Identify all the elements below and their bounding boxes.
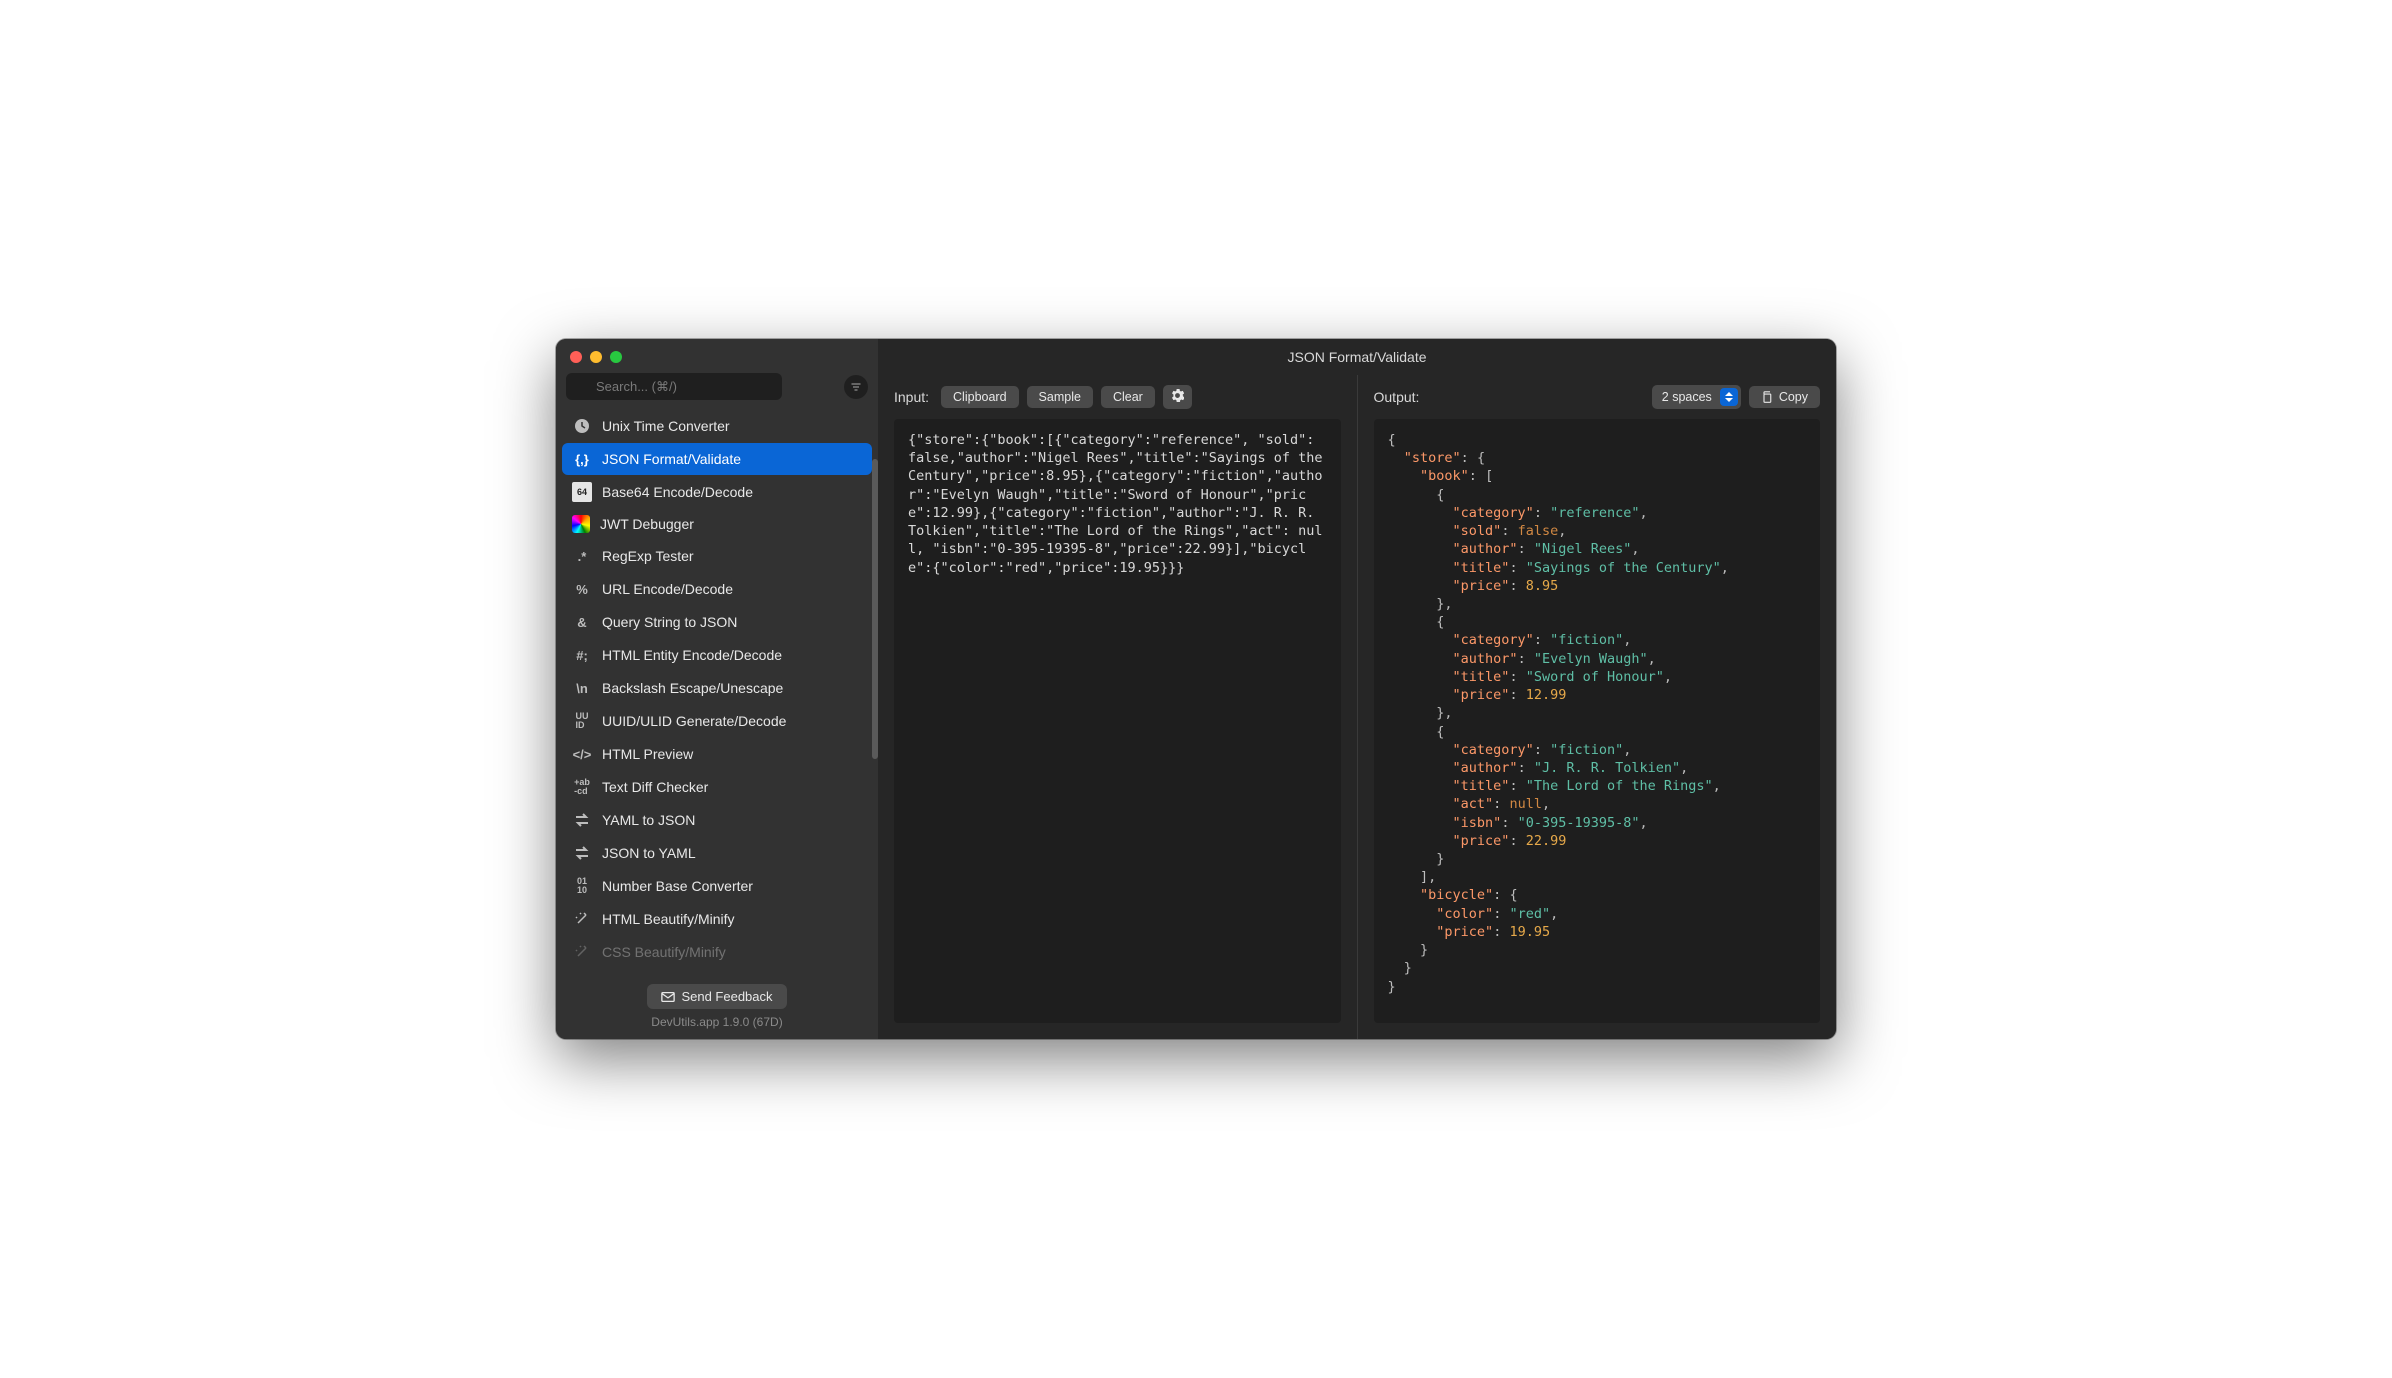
swap-icon (572, 843, 592, 863)
sidebar-item-unix-time[interactable]: Unix Time Converter (562, 410, 872, 442)
sidebar-item-label: Backslash Escape/Unescape (602, 680, 783, 696)
sidebar-item-label: Text Diff Checker (602, 779, 708, 795)
send-feedback-button[interactable]: Send Feedback (647, 984, 786, 1009)
diff-icon: +ab-cd (572, 777, 592, 797)
input-pane: Input: Clipboard Sample Clear {"store":{… (878, 375, 1357, 1039)
sidebar-item-label: Query String to JSON (602, 614, 737, 630)
sidebar-item-text-diff[interactable]: +ab-cd Text Diff Checker (562, 771, 872, 803)
sidebar-item-query-string[interactable]: & Query String to JSON (562, 606, 872, 638)
clock-icon (572, 416, 592, 436)
indent-select-label: 2 spaces (1662, 390, 1712, 404)
filter-button[interactable] (844, 375, 868, 399)
sidebar-item-number-base[interactable]: 0110 Number Base Converter (562, 870, 872, 902)
sidebar-item-label: HTML Preview (602, 746, 693, 762)
scrollbar-thumb[interactable] (872, 459, 878, 759)
sample-button[interactable]: Sample (1027, 386, 1093, 408)
base64-icon: 64 (572, 482, 592, 502)
close-window-button[interactable] (570, 351, 582, 363)
sidebar-item-uuid[interactable]: UUID UUID/ULID Generate/Decode (562, 705, 872, 737)
copy-button-label: Copy (1779, 390, 1808, 404)
sidebar-item-label: Unix Time Converter (602, 418, 730, 434)
sidebar-item-label: Base64 Encode/Decode (602, 484, 753, 500)
sidebar-item-jwt[interactable]: JWT Debugger (562, 509, 872, 539)
wand-icon (572, 942, 592, 962)
percent-icon: % (572, 579, 592, 599)
app-window: Unix Time Converter {,} JSON Format/Vali… (556, 339, 1836, 1039)
sidebar-item-base64[interactable]: 64 Base64 Encode/Decode (562, 476, 872, 508)
clipboard-button[interactable]: Clipboard (941, 386, 1019, 408)
regex-icon: .* (572, 546, 592, 566)
backslash-icon: \n (572, 678, 592, 698)
sidebar-item-label: JSON Format/Validate (602, 451, 741, 467)
settings-button[interactable] (1163, 385, 1192, 409)
sidebar: Unix Time Converter {,} JSON Format/Vali… (556, 339, 878, 1039)
search-input[interactable] (566, 373, 782, 400)
sidebar-item-yaml-to-json[interactable]: YAML to JSON (562, 804, 872, 836)
output-label: Output: (1374, 389, 1420, 405)
output-pane: Output: 2 spaces Copy { "store": (1357, 375, 1837, 1039)
jwt-icon (572, 515, 590, 533)
ampersand-icon: & (572, 612, 592, 632)
tool-list: Unix Time Converter {,} JSON Format/Vali… (556, 410, 878, 976)
sidebar-item-label: CSS Beautify/Minify (602, 944, 726, 960)
copy-icon (1761, 391, 1773, 403)
sidebar-item-url-encode[interactable]: % URL Encode/Decode (562, 573, 872, 605)
input-label: Input: (894, 389, 929, 405)
sidebar-item-json-format[interactable]: {,} JSON Format/Validate (562, 443, 872, 475)
sidebar-footer: Send Feedback DevUtils.app 1.9.0 (67D) (556, 976, 878, 1039)
hash-icon: #; (572, 645, 592, 665)
angle-brackets-icon: </> (572, 744, 592, 764)
search-input-wrapper (566, 373, 836, 400)
output-view[interactable]: { "store": { "book": [ { "category": "re… (1374, 419, 1821, 1023)
braces-icon: {,} (572, 449, 592, 469)
swap-icon (572, 810, 592, 830)
sidebar-item-label: JSON to YAML (602, 845, 696, 861)
binary-icon: 0110 (572, 876, 592, 896)
sidebar-item-css-beautify[interactable]: CSS Beautify/Minify (562, 936, 872, 968)
sidebar-item-label: URL Encode/Decode (602, 581, 733, 597)
sidebar-item-label: UUID/ULID Generate/Decode (602, 713, 786, 729)
sidebar-item-label: RegExp Tester (602, 548, 694, 564)
wand-icon (572, 909, 592, 929)
feedback-button-label: Send Feedback (681, 989, 772, 1004)
indent-select[interactable]: 2 spaces (1652, 385, 1741, 409)
sidebar-item-label: YAML to JSON (602, 812, 695, 828)
main-area: JSON Format/Validate Input: Clipboard Sa… (878, 339, 1836, 1039)
sidebar-item-html-beautify[interactable]: HTML Beautify/Minify (562, 903, 872, 935)
sidebar-scrollbar[interactable] (872, 459, 878, 779)
gear-icon (1171, 389, 1184, 402)
sidebar-item-json-to-yaml[interactable]: JSON to YAML (562, 837, 872, 869)
window-title: JSON Format/Validate (878, 339, 1836, 375)
input-textarea[interactable]: {"store":{"book":[{"category":"reference… (894, 419, 1341, 1023)
envelope-icon (661, 990, 675, 1004)
uuid-icon: UUID (572, 711, 592, 731)
sidebar-item-html-preview[interactable]: </> HTML Preview (562, 738, 872, 770)
version-text: DevUtils.app 1.9.0 (67D) (556, 1015, 878, 1029)
sidebar-item-label: Number Base Converter (602, 878, 753, 894)
zoom-window-button[interactable] (610, 351, 622, 363)
sidebar-item-backslash[interactable]: \n Backslash Escape/Unescape (562, 672, 872, 704)
sidebar-item-html-entity[interactable]: #; HTML Entity Encode/Decode (562, 639, 872, 671)
sidebar-item-label: HTML Entity Encode/Decode (602, 647, 782, 663)
chevron-up-down-icon (1720, 388, 1738, 406)
sidebar-item-regexp[interactable]: .* RegExp Tester (562, 540, 872, 572)
window-controls (556, 339, 878, 369)
clear-button[interactable]: Clear (1101, 386, 1155, 408)
minimize-window-button[interactable] (590, 351, 602, 363)
sidebar-item-label: HTML Beautify/Minify (602, 911, 735, 927)
sidebar-item-label: JWT Debugger (600, 516, 694, 532)
copy-button[interactable]: Copy (1749, 386, 1820, 408)
